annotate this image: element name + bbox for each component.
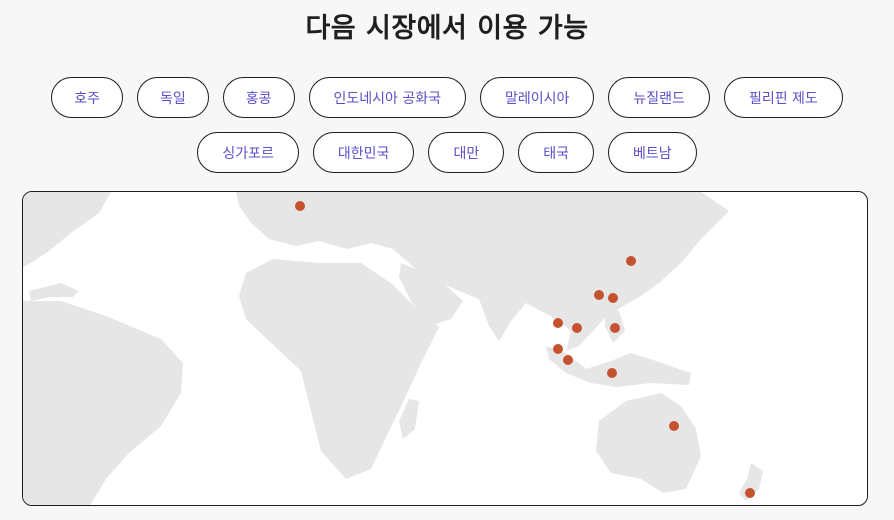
market-chip-germany[interactable]: 독일 [136,77,209,118]
market-chip-singapore[interactable]: 싱가포르 [197,132,299,173]
market-chip-indonesia[interactable]: 인도네시아 공화국 [308,77,466,118]
marker-vietnam[interactable] [572,323,582,333]
marker-south-korea[interactable] [626,256,636,266]
marker-germany[interactable] [295,201,305,211]
marker-new-zealand[interactable] [745,488,755,498]
world-map-svg [23,192,763,505]
market-chip-list: 호주 독일 홍콩 인도네시아 공화국 말레이시아 뉴질랜드 필리핀 제도 싱가포… [0,77,894,173]
market-chip-south-korea[interactable]: 대한민국 [312,132,415,173]
marker-australia[interactable] [669,421,679,431]
market-chip-hong-kong[interactable]: 홍콩 [222,77,295,118]
marker-singapore[interactable] [563,355,573,365]
map-land [23,192,763,505]
market-chip-malaysia[interactable]: 말레이시아 [480,77,595,118]
marker-thailand[interactable] [553,318,563,328]
page-title: 다음 시장에서 이용 가능 [305,13,589,44]
marker-taiwan[interactable] [608,293,618,303]
market-chip-thailand[interactable]: 태국 [518,132,594,173]
marker-indonesia[interactable] [607,368,617,378]
land-australia [596,393,701,493]
land-madagascar [399,399,419,439]
marker-philippines[interactable] [610,323,620,333]
marker-malaysia[interactable] [553,344,563,354]
marker-hong-kong[interactable] [594,290,604,300]
land-greenland [23,192,111,267]
world-map [22,191,868,506]
market-chip-row-1: 호주 독일 홍콩 인도네시아 공화국 말레이시아 뉴질랜드 필리핀 제도 [51,77,843,118]
land-south-america [23,301,183,505]
market-chip-vietnam[interactable]: 베트남 [607,132,697,173]
land-indonesia [546,346,691,387]
market-chip-row-2: 싱가포르 대한민국 대만 태국 베트남 [197,132,697,173]
market-chip-new-zealand[interactable]: 뉴질랜드 [608,77,710,118]
market-chip-taiwan[interactable]: 대만 [428,132,505,173]
market-chip-australia[interactable]: 호주 [51,77,123,118]
market-chip-philippines[interactable]: 필리핀 제도 [723,77,843,118]
land-caribbean [29,283,79,301]
